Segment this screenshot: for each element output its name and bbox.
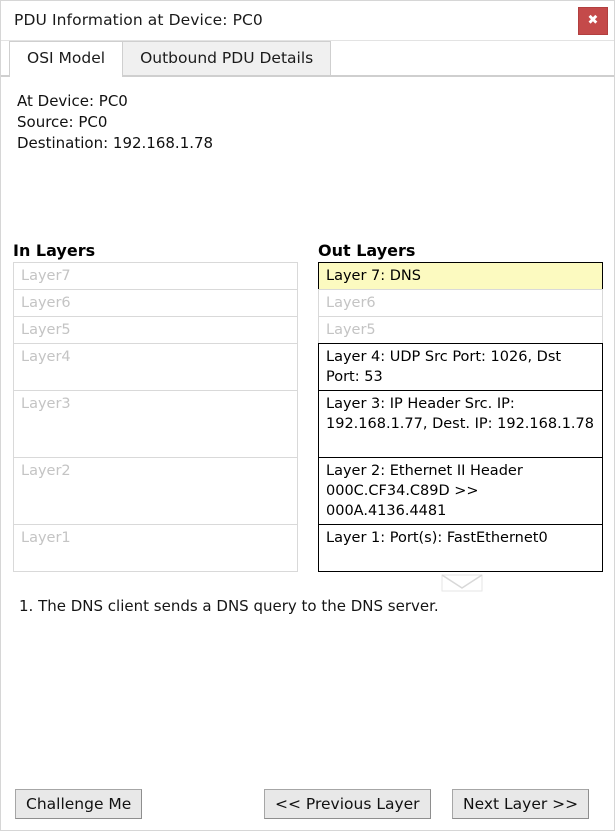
out-layers-column: Layer 7: DNS Layer6 Layer5 Layer 4: UDP Src… — [318, 262, 603, 572]
at-device-text: At Device: PC0 — [17, 92, 128, 110]
challenge-me-button[interactable]: Challenge Me — [15, 789, 143, 819]
close-icon: ✖ — [587, 13, 599, 28]
layer-box-in-3[interactable]: Layer3 — [13, 390, 298, 458]
layer-label: Layer6 — [21, 295, 71, 311]
osi-model-panel: At Device: PC0 Source: PC0 Destination: … — [1, 77, 614, 830]
layer-box-out-1[interactable]: Layer 1: Port(s): FastEthernet0 — [318, 524, 603, 572]
envelope-icon — [441, 574, 483, 592]
layer-label: Layer1 — [21, 530, 71, 546]
layer-label: Layer 7: DNS — [326, 268, 421, 284]
layer-box-in-4[interactable]: Layer4 — [13, 343, 298, 391]
layer-box-out-2[interactable]: Layer 2: Ethernet II Header 000C.CF34.C8… — [318, 457, 603, 525]
layer-box-out-4[interactable]: Layer 4: UDP Src Port: 1026, Dst Port: 5… — [318, 343, 603, 391]
tab-strip: OSI Model Outbound PDU Details — [1, 41, 614, 77]
previous-layer-button[interactable]: << Previous Layer — [264, 789, 431, 819]
layer-box-out-5[interactable]: Layer5 — [318, 316, 603, 344]
layer-label: Layer5 — [21, 322, 71, 338]
layer-box-in-5[interactable]: Layer5 — [13, 316, 298, 344]
tab-outbound-pdu-details-label: Outbound PDU Details — [140, 49, 314, 67]
layer-box-out-6[interactable]: Layer6 — [318, 289, 603, 317]
layer-label: Layer7 — [21, 268, 71, 284]
pdu-info-block: At Device: PC0 Source: PC0 Destination: … — [17, 91, 213, 154]
title-bar: PDU Information at Device: PC0 ✖ — [1, 1, 614, 41]
close-button[interactable]: ✖ — [578, 7, 608, 35]
out-layers-header: Out Layers — [318, 241, 416, 260]
layer-label: Layer 3: IP Header Src. IP: 192.168.1.77… — [326, 396, 594, 432]
in-layers-header: In Layers — [13, 241, 96, 260]
source-text: Source: PC0 — [17, 113, 108, 131]
tab-outbound-pdu-details[interactable]: Outbound PDU Details — [122, 41, 332, 76]
tab-osi-model-label: OSI Model — [27, 49, 106, 67]
layer-label: Layer 1: Port(s): FastEthernet0 — [326, 530, 548, 546]
pdu-information-window: PDU Information at Device: PC0 ✖ OSI Mod… — [0, 0, 615, 831]
layer-label: Layer2 — [21, 463, 71, 479]
layer-label: Layer3 — [21, 396, 71, 412]
next-layer-button[interactable]: Next Layer >> — [452, 789, 590, 819]
layer-box-in-6[interactable]: Layer6 — [13, 289, 298, 317]
in-layers-column: Layer7 Layer6 Layer5 Layer4 Layer3 Layer2 Laye… — [13, 262, 298, 572]
layer-box-in-1[interactable]: Layer1 — [13, 524, 298, 572]
layer-label: Layer 2: Ethernet II Header 000C.CF34.C8… — [326, 463, 523, 519]
destination-text: Destination: 192.168.1.78 — [17, 134, 214, 152]
layer-label: Layer 4: UDP Src Port: 1026, Dst Port: 5… — [326, 349, 562, 385]
layer-box-in-2[interactable]: Layer2 — [13, 457, 298, 525]
layer-box-in-7[interactable]: Layer7 — [13, 262, 298, 290]
tab-osi-model[interactable]: OSI Model — [9, 41, 124, 77]
layer-box-out-3[interactable]: Layer 3: IP Header Src. IP: 192.168.1.77… — [318, 390, 603, 458]
layer-box-out-7[interactable]: Layer 7: DNS — [318, 262, 603, 290]
layer-label: Layer6 — [326, 295, 376, 311]
layer-label: Layer4 — [21, 349, 71, 365]
window-title: PDU Information at Device: PC0 — [14, 11, 263, 29]
step-description: 1. The DNS client sends a DNS query to t… — [19, 597, 439, 615]
layer-label: Layer5 — [326, 322, 376, 338]
